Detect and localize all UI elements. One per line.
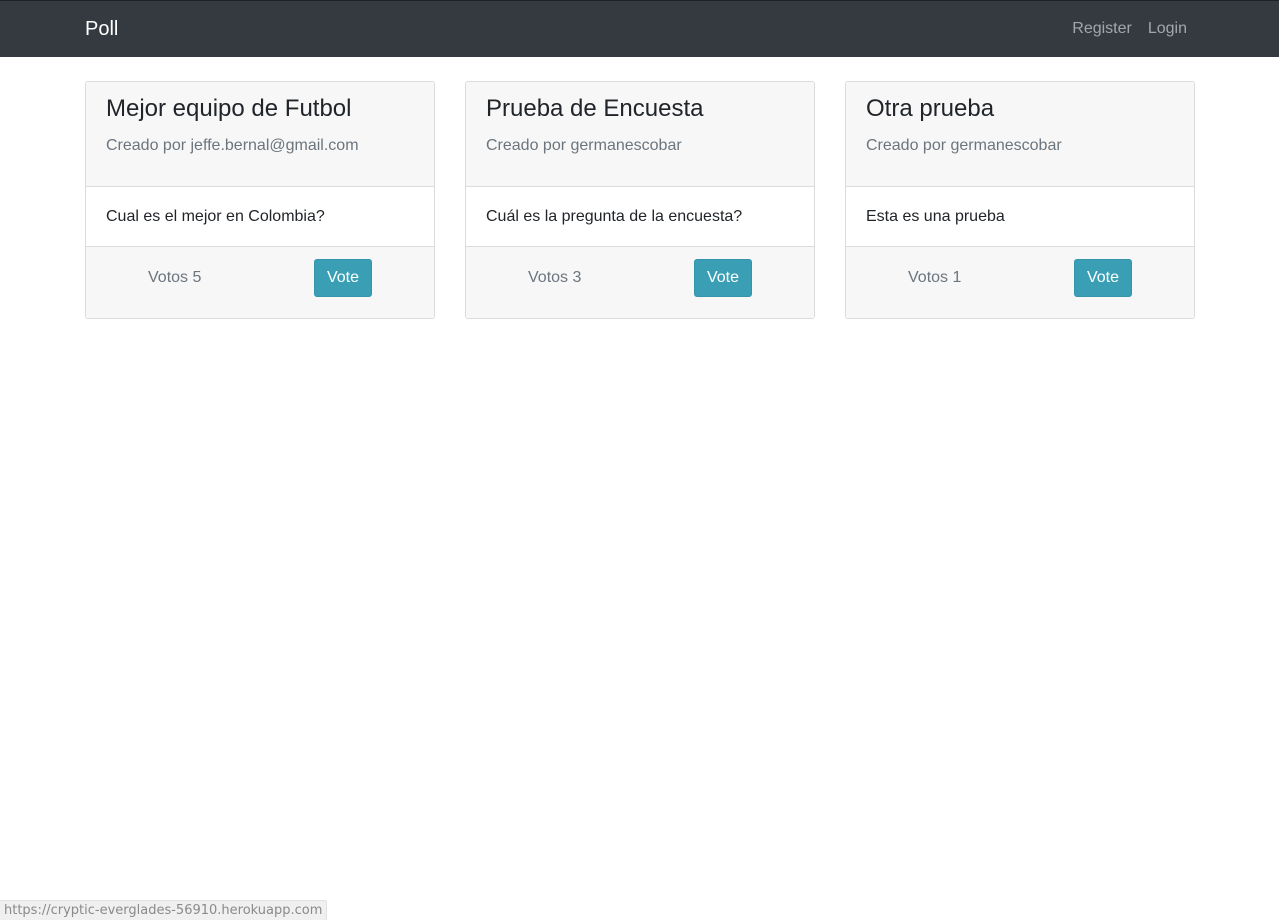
brand-link[interactable]: Poll	[85, 18, 118, 40]
vote-count: Votos 3	[528, 269, 582, 286]
poll-question: Cuál es la pregunta de la encuesta?	[466, 187, 814, 247]
nav-links: Register Login	[1072, 19, 1187, 39]
poll-title: Mejor equipo de Futbol	[106, 95, 352, 122]
poll-card: Mejor equipo de Futbol Creado por jeffe.…	[85, 81, 435, 319]
poll-author: Creado por germanescobar	[866, 137, 1062, 154]
vote-count: Votos 5	[148, 269, 202, 286]
poll-card-header: Prueba de Encuesta Creado por germanesco…	[466, 82, 814, 187]
poll-list: Mejor equipo de Futbol Creado por jeffe.…	[85, 81, 1195, 319]
browser-status-url: https://cryptic-everglades-56910.herokua…	[0, 900, 328, 920]
poll-question: Esta es una prueba	[846, 187, 1194, 247]
poll-card-footer: Votos 3 Vote	[466, 247, 814, 318]
vote-button[interactable]: Vote	[694, 259, 752, 297]
poll-author: Creado por jeffe.bernal@gmail.com	[106, 137, 359, 154]
login-link[interactable]: Login	[1148, 19, 1187, 39]
poll-question: Cual es el mejor en Colombia?	[86, 187, 434, 247]
poll-card-header: Mejor equipo de Futbol Creado por jeffe.…	[86, 82, 434, 187]
poll-author: Creado por germanescobar	[486, 137, 682, 154]
poll-card-footer: Votos 1 Vote	[846, 247, 1194, 318]
poll-card: Prueba de Encuesta Creado por germanesco…	[465, 81, 815, 319]
poll-card-footer: Votos 5 Vote	[86, 247, 434, 318]
vote-count: Votos 1	[908, 269, 962, 286]
poll-card-header: Otra prueba Creado por germanescobar	[846, 82, 1194, 187]
register-link[interactable]: Register	[1072, 19, 1132, 39]
poll-title: Otra prueba	[866, 95, 995, 122]
poll-title: Prueba de Encuesta	[486, 95, 704, 122]
vote-button[interactable]: Vote	[314, 259, 372, 297]
navbar: Poll Register Login	[0, 0, 1279, 57]
vote-button[interactable]: Vote	[1074, 259, 1132, 297]
poll-card: Otra prueba Creado por germanescobar Est…	[845, 81, 1195, 319]
